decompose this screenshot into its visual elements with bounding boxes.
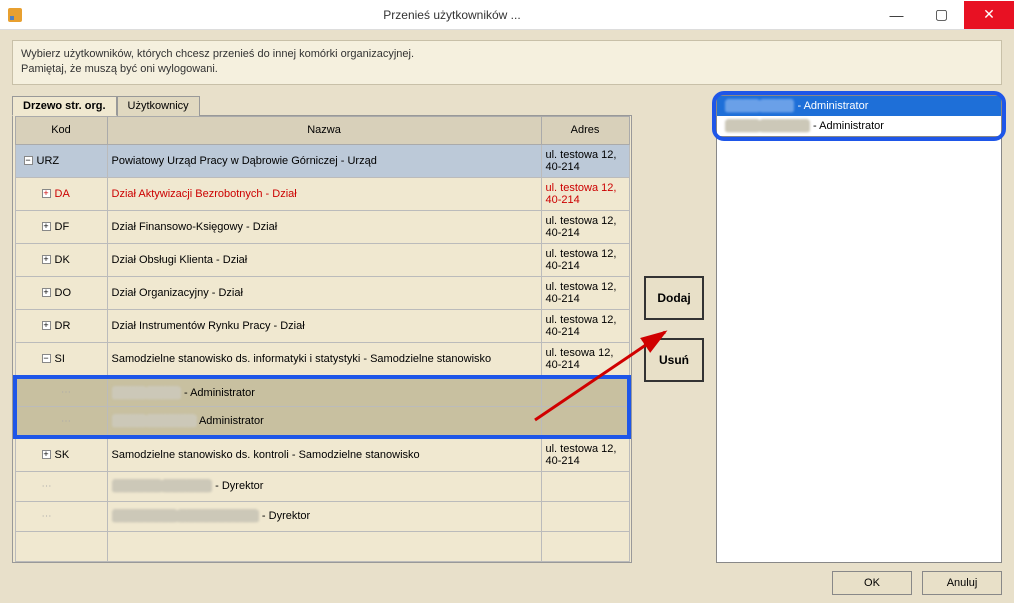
titlebar: Przenieś użytkowników ... — ▢ ✕ <box>0 0 1014 30</box>
redacted-name: ████ ████ <box>112 387 181 399</box>
tree-row-df[interactable]: +DF Dział Finansowo-Księgowy - Dział ul.… <box>15 210 629 243</box>
redacted-name: ████ ██████ <box>725 120 810 132</box>
close-button[interactable]: ✕ <box>964 1 1014 29</box>
redacted-name: ████████ ██████████ <box>112 510 259 522</box>
tab-org-tree[interactable]: Drzewo str. org. <box>12 96 117 116</box>
window-controls: — ▢ ✕ <box>874 1 1014 29</box>
tree-branch-icon: ⋯ <box>42 511 53 522</box>
expand-icon[interactable]: + <box>42 321 51 330</box>
transfer-buttons: Dodaj Usuń <box>632 95 716 563</box>
tree-row-si-user2[interactable]: ⋯ ████ ██████ Administrator <box>15 407 629 437</box>
maximize-button[interactable]: ▢ <box>919 1 964 29</box>
redacted-name: ██████ ██████ <box>112 480 213 492</box>
selected-user-row[interactable]: ████ ████ - Administrator <box>717 96 1001 116</box>
selected-user-row[interactable]: ████ ██████ - Administrator <box>717 116 1001 136</box>
col-header-kod[interactable]: Kod <box>15 116 107 144</box>
col-header-adres[interactable]: Adres <box>541 116 629 144</box>
expand-icon[interactable]: + <box>42 222 51 231</box>
ok-button[interactable]: OK <box>832 571 912 595</box>
expand-icon[interactable]: + <box>42 450 51 459</box>
window-title: Przenieś użytkowników ... <box>30 8 874 22</box>
remove-button[interactable]: Usuń <box>644 338 704 382</box>
add-button[interactable]: Dodaj <box>644 276 704 320</box>
expand-icon[interactable]: + <box>42 255 51 264</box>
tree-row-urz[interactable]: −URZ Powiatowy Urząd Pracy w Dąbrowie Gó… <box>15 144 629 177</box>
tree-branch-icon: ⋯ <box>61 387 72 398</box>
tree-branch-icon: ⋯ <box>42 481 53 492</box>
col-header-nazwa[interactable]: Nazwa <box>107 116 541 144</box>
left-panel: Drzewo str. org. Użytkownicy Kod Nazwa A… <box>12 95 632 563</box>
selected-users-list[interactable]: ████ ████ - Administrator ████ ██████ - … <box>716 95 1002 137</box>
main-area: Drzewo str. org. Użytkownicy Kod Nazwa A… <box>12 95 1002 563</box>
instruction-line-2: Pamiętaj, że muszą być oni wylogowani. <box>21 62 993 77</box>
dialog-window: Przenieś użytkowników ... — ▢ ✕ Wybierz … <box>0 0 1014 570</box>
tree-row-do[interactable]: +DO Dział Organizacyjny - Dział ul. test… <box>15 276 629 309</box>
instructions-panel: Wybierz użytkowników, których chcesz prz… <box>12 40 1002 85</box>
minimize-button[interactable]: — <box>874 1 919 29</box>
dialog-buttons: OK Anuluj <box>12 563 1002 595</box>
expand-icon[interactable]: + <box>42 288 51 297</box>
instruction-line-1: Wybierz użytkowników, których chcesz prz… <box>21 47 993 62</box>
right-panel: ████ ████ - Administrator ████ ██████ - … <box>716 95 1002 563</box>
tree-row-si-user1[interactable]: ⋯ ████ ████ - Administrator <box>15 377 629 407</box>
tree-row-empty <box>15 531 629 561</box>
redacted-name: ████ ██████ <box>112 415 197 427</box>
tree-row-dyr1[interactable]: ⋯ ██████ ██████ - Dyrektor <box>15 471 629 501</box>
selected-list-empty-area <box>716 137 1002 563</box>
tree-grid[interactable]: Kod Nazwa Adres −URZ Powiatowy Urząd Pra… <box>12 115 632 563</box>
tree-row-dyr2[interactable]: ⋯ ████████ ██████████ - Dyrektor <box>15 501 629 531</box>
tree-row-dk[interactable]: +DK Dział Obsługi Klienta - Dział ul. te… <box>15 243 629 276</box>
expand-icon[interactable]: − <box>42 354 51 363</box>
client-area: Wybierz użytkowników, których chcesz prz… <box>0 30 1014 603</box>
expand-icon[interactable]: − <box>24 156 33 165</box>
tab-bar: Drzewo str. org. Użytkownicy <box>12 95 632 115</box>
tree-branch-icon: ⋯ <box>61 416 72 427</box>
tree-row-sk[interactable]: +SK Samodzielne stanowisko ds. kontroli … <box>15 437 629 472</box>
redacted-name: ████ ████ <box>725 100 794 112</box>
expand-icon[interactable]: + <box>42 189 51 198</box>
tree-row-dr[interactable]: +DR Dział Instrumentów Rynku Pracy - Dzi… <box>15 309 629 342</box>
column-header-row: Kod Nazwa Adres <box>15 116 629 144</box>
tree-row-si[interactable]: −SI Samodzielne stanowisko ds. informaty… <box>15 342 629 377</box>
app-icon <box>0 0 30 30</box>
cancel-button[interactable]: Anuluj <box>922 571 1002 595</box>
tab-users[interactable]: Użytkownicy <box>117 96 200 116</box>
tree-row-da[interactable]: +DA Dział Aktywizacji Bezrobotnych - Dzi… <box>15 177 629 210</box>
